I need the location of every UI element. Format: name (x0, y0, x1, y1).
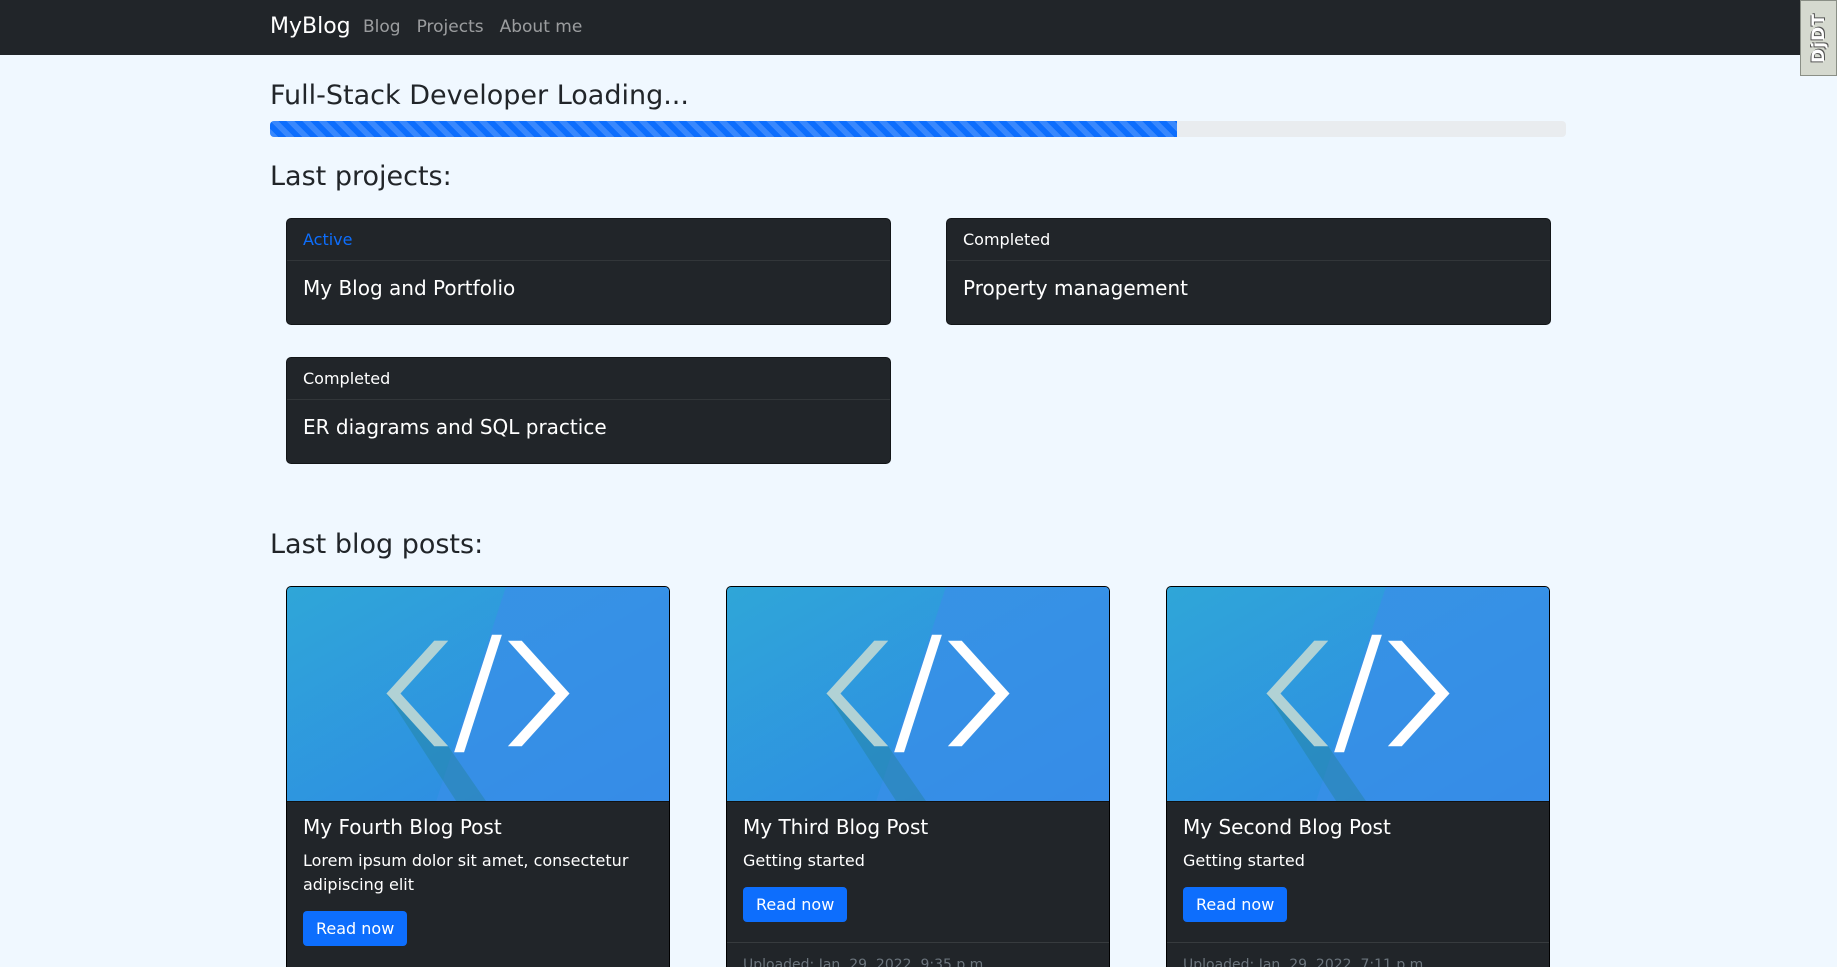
project-title: My Blog and Portfolio (303, 276, 516, 300)
page-title: Full-Stack Developer Loading... (270, 80, 689, 111)
read-now-button[interactable]: Read now (743, 887, 848, 922)
code-thumbnail-image (287, 587, 669, 802)
nav-links: Blog Projects About me (363, 17, 582, 37)
project-card[interactable]: Completed ER diagrams and SQL practice (286, 357, 891, 464)
blog-post-title: My Fourth Blog Post (303, 815, 502, 839)
top-navbar: MyBlog Blog Projects About me DjDT (0, 0, 1837, 76)
progress-bar (270, 121, 1178, 137)
debug-toolbar-handle[interactable]: DjDT (1800, 0, 1837, 76)
blog-post-title: My Third Blog Post (743, 815, 929, 839)
read-now-button[interactable]: Read now (1183, 887, 1288, 922)
project-status: Completed (287, 358, 890, 400)
blog-post-excerpt: Getting started (1183, 851, 1305, 870)
blog-post-card: My Fourth Blog Post Lorem ipsum dolor si… (286, 586, 670, 967)
blog-post-excerpt: Lorem ipsum dolor sit amet, consectetur … (303, 851, 629, 894)
blog-post-excerpt: Getting started (743, 851, 865, 870)
read-now-button[interactable]: Read now (303, 911, 408, 946)
brand-link[interactable]: MyBlog (270, 14, 351, 39)
nav-link-blog[interactable]: Blog (363, 17, 401, 37)
project-status: Completed (947, 219, 1550, 261)
blog-post-uploaded: Uploaded: Jan. 29, 2022, 7:11 p.m. (1167, 942, 1549, 967)
blog-post-card: My Second Blog Post Getting started Read… (1166, 586, 1550, 967)
project-status: Active (287, 219, 890, 261)
project-title: Property management (963, 276, 1188, 300)
debug-toolbar-label: DjDT (1808, 13, 1829, 63)
code-thumbnail-image (727, 587, 1109, 802)
blog-post-uploaded: Uploaded: Jan. 29, 2022, 9:35 p.m. (727, 942, 1109, 967)
blog-post-title: My Second Blog Post (1183, 815, 1391, 839)
code-thumbnail-image (1167, 587, 1549, 802)
project-card[interactable]: Active My Blog and Portfolio (286, 218, 891, 325)
project-title: ER diagrams and SQL practice (303, 415, 607, 439)
projects-heading: Last projects: (270, 161, 452, 192)
blog-heading: Last blog posts: (270, 529, 484, 560)
blog-post-card: My Third Blog Post Getting started Read … (726, 586, 1110, 967)
progress-track (270, 121, 1566, 137)
nav-link-projects[interactable]: Projects (417, 17, 484, 37)
project-card[interactable]: Completed Property management (946, 218, 1551, 325)
nav-link-about[interactable]: About me (500, 17, 583, 37)
